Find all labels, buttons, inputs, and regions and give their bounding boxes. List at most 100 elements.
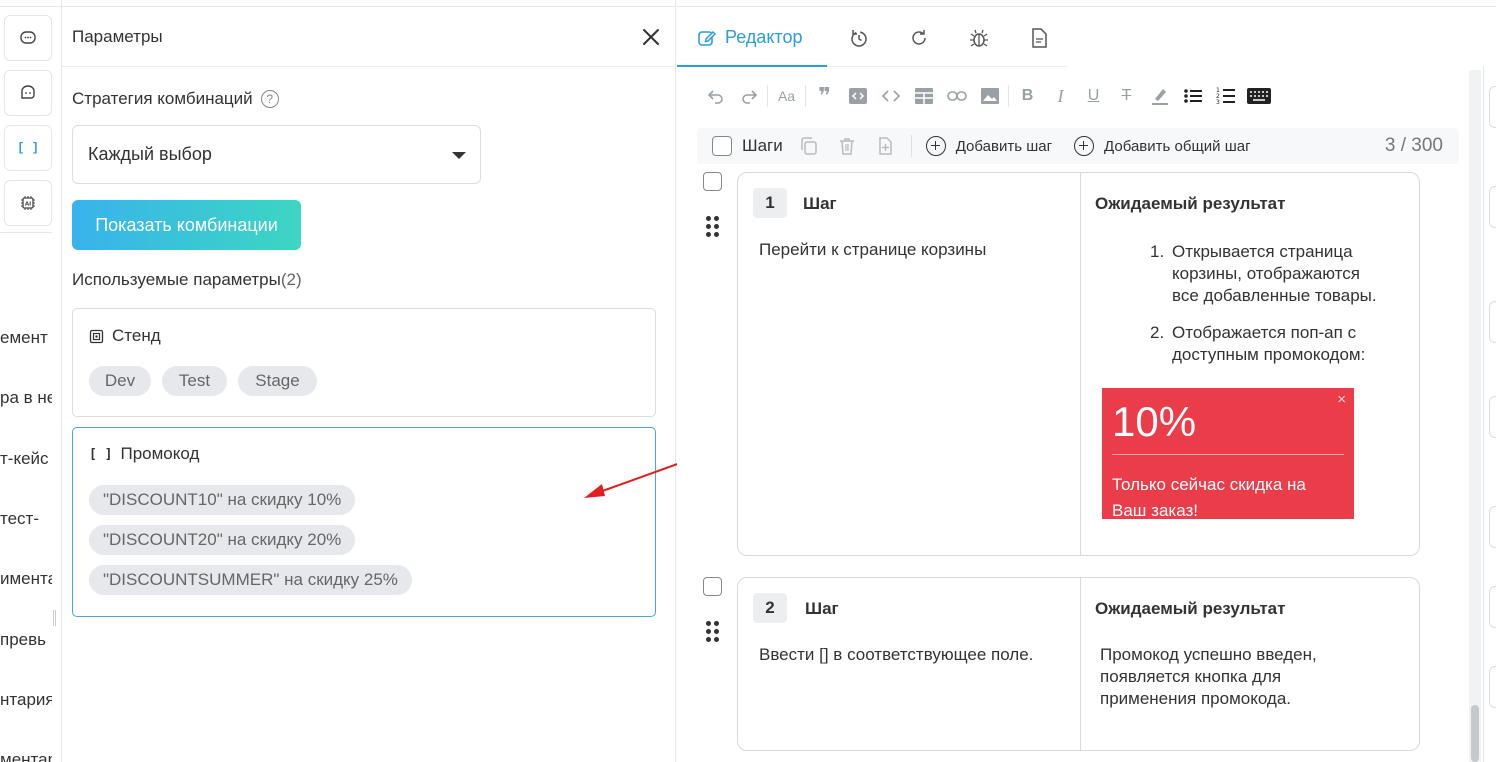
- ai-chip-icon[interactable]: AI: [4, 180, 52, 226]
- insert-step-icon[interactable]: [873, 134, 897, 158]
- param-card-title: [ ] Промокод: [89, 444, 199, 464]
- side-chip[interactable]: [1489, 506, 1496, 548]
- table-icon[interactable]: [907, 83, 940, 109]
- param-card-title: Стенд: [89, 326, 161, 346]
- app-root: [ ] AI емент ра в не т-кейс тест- имента…: [0, 0, 1496, 762]
- strikethrough-icon[interactable]: T: [1110, 83, 1143, 109]
- bg-text: ментар: [0, 750, 52, 762]
- param-tag[interactable]: Stage: [238, 366, 317, 396]
- drag-handle-icon[interactable]: [706, 621, 720, 643]
- param-tag[interactable]: Test: [162, 366, 227, 396]
- tab-editor-label: Редактор: [725, 27, 803, 47]
- step-label: Шаг: [803, 194, 837, 213]
- used-params-count: (2): [280, 270, 302, 289]
- parameters-panel: Параметры Стратегия комбинаций ? Каждый …: [62, 0, 676, 762]
- redo-icon[interactable]: [732, 83, 765, 109]
- used-params-text: Используемые параметры: [72, 270, 281, 289]
- numbered-list-icon[interactable]: 123: [1209, 83, 1242, 109]
- result-list-number: 1.: [1150, 242, 1165, 261]
- param-card-promocode[interactable]: [ ] Промокод "DISCOUNT10" на скидку 10% …: [72, 427, 656, 617]
- result-list-item: 2. Отображается поп-ап с доступным промок…: [1150, 322, 1390, 366]
- panel-title: Параметры: [72, 27, 163, 46]
- bg-text: превь: [0, 630, 47, 649]
- result-list-text: Открывается страница корзины, отображают…: [1172, 242, 1377, 305]
- promo-text: Только сейчас скидка на Ваш заказ!: [1112, 475, 1306, 520]
- promo-close-icon: ×: [1337, 391, 1346, 408]
- history-icon[interactable]: [848, 27, 870, 49]
- copy-icon[interactable]: [797, 134, 821, 158]
- select-all-checkbox[interactable]: [712, 136, 732, 156]
- brackets-icon[interactable]: [ ]: [4, 125, 52, 171]
- step-number: 1: [753, 188, 787, 218]
- bullet-list-icon[interactable]: [1176, 83, 1209, 109]
- drag-handle-icon[interactable]: [706, 216, 720, 238]
- bg-text: имента: [0, 569, 52, 588]
- side-chip[interactable]: [1489, 186, 1496, 228]
- bug-icon[interactable]: [968, 27, 990, 49]
- image-icon[interactable]: [973, 83, 1006, 109]
- result-label: Ожидаемый результат: [1095, 599, 1286, 618]
- param-card-stand[interactable]: Стенд Dev Test Stage: [72, 308, 656, 417]
- param-card-title-text: Стенд: [112, 326, 161, 345]
- side-chip[interactable]: [1489, 86, 1496, 128]
- chat-icon[interactable]: [4, 15, 52, 61]
- side-chip[interactable]: [1489, 301, 1496, 343]
- close-icon[interactable]: [640, 26, 662, 48]
- step-card: 2 Шаг Ожидаемый результат Ввести [] в со…: [737, 577, 1420, 751]
- show-combinations-button[interactable]: Показать комбинации: [72, 200, 301, 250]
- tab-editor[interactable]: Редактор: [697, 27, 802, 48]
- promo-popup-image: 10% × Только сейчас скидка на Ваш заказ!: [1102, 388, 1354, 520]
- undo-icon[interactable]: [699, 83, 732, 109]
- add-shared-step-button[interactable]: Добавить общий шаг: [1074, 136, 1251, 156]
- underline-icon[interactable]: U: [1077, 83, 1110, 109]
- keyboard-icon[interactable]: [1242, 83, 1275, 109]
- strategy-label: Стратегия комбинаций ?: [72, 89, 279, 109]
- side-chip[interactable]: [1489, 396, 1496, 438]
- bot-chat-icon[interactable]: [4, 70, 52, 116]
- inline-code-icon[interactable]: [874, 83, 907, 109]
- bold-icon[interactable]: B: [1011, 83, 1044, 109]
- param-tag[interactable]: "DISCOUNT20" на скидку 20%: [89, 525, 356, 555]
- link-icon[interactable]: [940, 83, 973, 109]
- step-action[interactable]: Ввести [] в соответствующее поле.: [759, 644, 1049, 666]
- step-result[interactable]: Промокод успешно введен, появляется кноп…: [1100, 644, 1370, 710]
- step-action[interactable]: Перейти к странице корзины: [759, 239, 1059, 261]
- result-list-item: 1. Открывается страница корзины, отобража…: [1150, 241, 1390, 307]
- result-label: Ожидаемый результат: [1095, 194, 1286, 213]
- trash-icon[interactable]: [835, 134, 859, 158]
- add-step-label: Добавить шаг: [955, 137, 1053, 155]
- caret-down-icon: [452, 152, 466, 159]
- highlight-icon[interactable]: [1143, 83, 1176, 109]
- add-shared-step-label: Добавить общий шаг: [1104, 137, 1251, 155]
- left-sidebar: [ ] AI емент ра в не т-кейс тест- имента…: [0, 0, 62, 762]
- strategy-select[interactable]: Каждый выбор: [72, 125, 481, 184]
- steps-bar: Шаги Добавить шаг Добавить общий шаг 3 /…: [697, 128, 1459, 164]
- font-size-icon[interactable]: Aa: [770, 83, 803, 109]
- scrollbar-thumb[interactable]: [1471, 705, 1479, 762]
- server-icon: [89, 329, 104, 343]
- scrollbar[interactable]: [1469, 70, 1481, 762]
- svg-text:3: 3: [1216, 99, 1220, 106]
- param-tag[interactable]: "DISCOUNT10" на скидку 10%: [89, 485, 356, 515]
- param-tag[interactable]: "DISCOUNTSUMMER" на скидку 25%: [89, 565, 412, 595]
- quote-icon[interactable]: ❞: [808, 83, 841, 109]
- resize-handle[interactable]: [53, 610, 56, 626]
- step-checkbox[interactable]: [703, 577, 722, 596]
- steps-label: Шаги: [742, 136, 783, 155]
- editor-toolbar: Aa ❞ B I U T 123: [699, 83, 1275, 109]
- refresh-icon[interactable]: [908, 27, 930, 49]
- bg-text: нтария: [0, 690, 52, 709]
- step-checkbox[interactable]: [703, 172, 722, 191]
- side-chip[interactable]: [1489, 586, 1496, 628]
- code-block-icon[interactable]: [841, 83, 874, 109]
- result-list[interactable]: 1. Открывается страница корзины, отобража…: [1150, 241, 1390, 381]
- strategy-select-value: Каждый выбор: [88, 144, 212, 164]
- param-tag[interactable]: Dev: [89, 366, 151, 396]
- side-chip[interactable]: [1489, 666, 1496, 708]
- add-step-button[interactable]: Добавить шаг: [925, 136, 1053, 156]
- result-list-number: 2.: [1150, 323, 1165, 342]
- plus-circle-icon: [925, 136, 946, 156]
- italic-icon[interactable]: I: [1044, 83, 1077, 109]
- help-icon[interactable]: ?: [260, 90, 279, 108]
- document-icon[interactable]: [1028, 27, 1050, 49]
